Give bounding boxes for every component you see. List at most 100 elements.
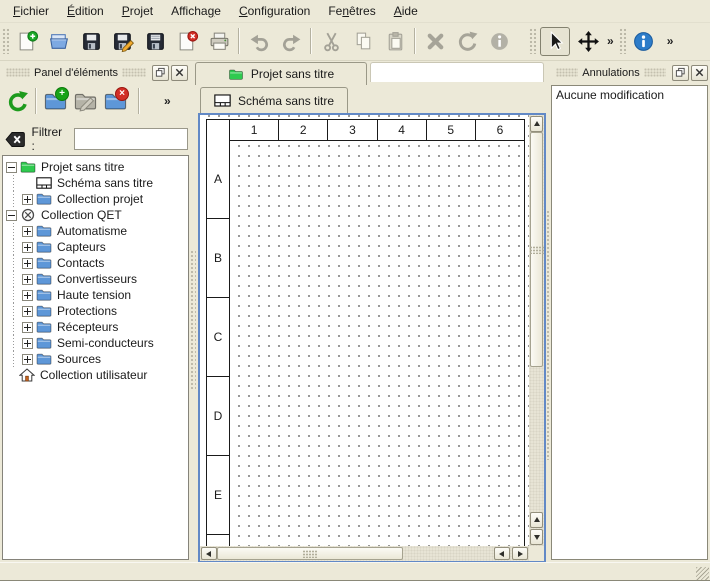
toolbar-handle[interactable] [529, 28, 536, 54]
green-folder-icon [20, 160, 36, 174]
float-panel-button[interactable] [672, 65, 689, 81]
collapse-expander-icon[interactable] [6, 162, 17, 173]
expand-expander-icon[interactable] [22, 338, 33, 349]
expand-expander-icon[interactable] [22, 290, 33, 301]
reload-collections-button[interactable] [2, 86, 32, 116]
expand-expander-icon[interactable] [22, 194, 33, 205]
toolbar-overflow-button[interactable]: » [664, 34, 677, 48]
redo-button[interactable] [275, 26, 307, 56]
save-button[interactable] [75, 26, 107, 56]
menu-aide[interactable]: Aide [385, 1, 427, 21]
rotate-button[interactable] [451, 26, 483, 56]
scroll-left-button[interactable] [201, 547, 217, 560]
clear-filter-icon[interactable] [5, 131, 26, 148]
right-splitter-handle[interactable] [546, 210, 551, 460]
element-info-button[interactable] [483, 26, 515, 56]
delete-button[interactable] [419, 26, 451, 56]
horizontal-scroll-thumb[interactable] [217, 547, 403, 560]
collapse-expander-icon[interactable] [6, 210, 17, 221]
move-mode-button[interactable] [572, 26, 604, 56]
scroll-left-button-2[interactable] [494, 547, 510, 560]
tree-guide [6, 255, 22, 271]
tree-item-semi-conducteurs[interactable]: Semi-conducteurs [3, 335, 188, 351]
panel-overflow-button[interactable]: » [161, 94, 174, 108]
select-mode-button[interactable] [540, 27, 570, 56]
vertical-scrollbar[interactable] [529, 115, 544, 546]
expand-expander-icon[interactable] [22, 322, 33, 333]
elements-panel-titlebar[interactable]: Panel d'éléments [2, 64, 188, 81]
close-panel-button[interactable] [691, 65, 708, 81]
diagram-view[interactable]: 1 2 3 4 5 6 A B C D E [198, 113, 546, 563]
tree-item-collection-qet[interactable]: Collection QET [3, 207, 188, 223]
tree-item-convertisseurs[interactable]: Convertisseurs [3, 271, 188, 287]
scroll-right-button[interactable] [512, 547, 528, 560]
undo-button[interactable] [243, 26, 275, 56]
copy-button[interactable] [347, 26, 379, 56]
open-icon [48, 30, 71, 53]
scroll-up-button[interactable] [530, 116, 543, 132]
expand-expander-icon[interactable] [22, 354, 33, 365]
tree-item-haute-tension[interactable]: Haute tension [3, 287, 188, 303]
expand-expander-icon[interactable] [22, 306, 33, 317]
open-button[interactable] [43, 26, 75, 56]
undo-list-item[interactable]: Aucune modification [552, 86, 707, 104]
expand-expander-icon[interactable] [22, 226, 33, 237]
expand-expander-icon[interactable] [22, 242, 33, 253]
menu-affichage[interactable]: Affichage [162, 1, 230, 21]
tab-projet-sans-titre[interactable]: Projet sans titre [195, 62, 367, 85]
diagram-canvas[interactable]: 1 2 3 4 5 6 A B C D E [200, 115, 529, 546]
tree-item-protections[interactable]: Protections [3, 303, 188, 319]
menu-fichier[interactable]: Fichier [4, 1, 58, 21]
tree-item-collection-projet[interactable]: Collection projet [3, 191, 188, 207]
menu-edition[interactable]: Édition [58, 1, 113, 21]
tab-label: Schéma sans titre [238, 94, 334, 108]
down-arrow-icon [534, 535, 540, 543]
edit-category-button[interactable] [70, 86, 100, 116]
cut-button[interactable] [315, 26, 347, 56]
expand-expander-icon[interactable] [22, 258, 33, 269]
thumb-grip [303, 550, 318, 558]
menu-fenetres[interactable]: Fenêtres [319, 1, 384, 21]
scroll-down-button[interactable] [530, 529, 543, 545]
print-button[interactable] [203, 26, 235, 56]
tree-item-automatisme[interactable]: Automatisme [3, 223, 188, 239]
left-splitter-handle[interactable] [190, 250, 196, 390]
paste-button[interactable] [379, 26, 411, 56]
undo-history-list[interactable]: Aucune modification [551, 85, 708, 560]
blue-folder-icon [36, 256, 52, 270]
tree-item-sources[interactable]: Sources [3, 351, 188, 367]
new-document-button[interactable] [11, 26, 43, 56]
tree-item-contacts[interactable]: Contacts [3, 255, 188, 271]
save-all-button[interactable] [139, 26, 171, 56]
vertical-scroll-thumb[interactable] [530, 132, 543, 367]
filter-row: Filtrer : [2, 126, 188, 152]
tree-item-project[interactable]: Projet sans titre [3, 159, 188, 175]
resize-grip[interactable] [696, 567, 709, 580]
tree-item-recepteurs[interactable]: Récepteurs [3, 319, 188, 335]
tree-item-schema[interactable]: Schéma sans titre [3, 175, 188, 191]
delete-category-button[interactable]: × [100, 86, 130, 116]
toolbar-handle[interactable] [2, 28, 9, 54]
toolbar-overflow-button[interactable]: » [604, 34, 617, 48]
undo-panel-titlebar[interactable]: Annulations [552, 64, 708, 81]
column-header-row: 1 2 3 4 5 6 [207, 120, 524, 141]
scroll-up-button-2[interactable] [530, 512, 543, 528]
column-header: 3 [328, 120, 377, 140]
tab-schema-sans-titre[interactable]: Schéma sans titre [200, 87, 348, 113]
toolbar-handle[interactable] [619, 28, 626, 54]
new-category-button[interactable]: + [40, 86, 70, 116]
expand-expander-icon[interactable] [22, 274, 33, 285]
close-document-button[interactable] [171, 26, 203, 56]
diagram-frame: 1 2 3 4 5 6 A B C D E [206, 119, 525, 546]
filter-input[interactable] [74, 128, 188, 150]
horizontal-scrollbar[interactable] [200, 546, 529, 561]
about-button[interactable] [628, 26, 660, 56]
menu-projet[interactable]: Projet [113, 1, 162, 21]
tree-item-capteurs[interactable]: Capteurs [3, 239, 188, 255]
menu-configuration[interactable]: Configuration [230, 1, 319, 21]
float-panel-button[interactable] [152, 65, 169, 81]
toolbar-separator [310, 28, 312, 54]
save-as-button[interactable] [107, 26, 139, 56]
tree-item-collection-utilisateur[interactable]: Collection utilisateur [3, 367, 188, 383]
close-panel-button[interactable] [171, 65, 188, 81]
